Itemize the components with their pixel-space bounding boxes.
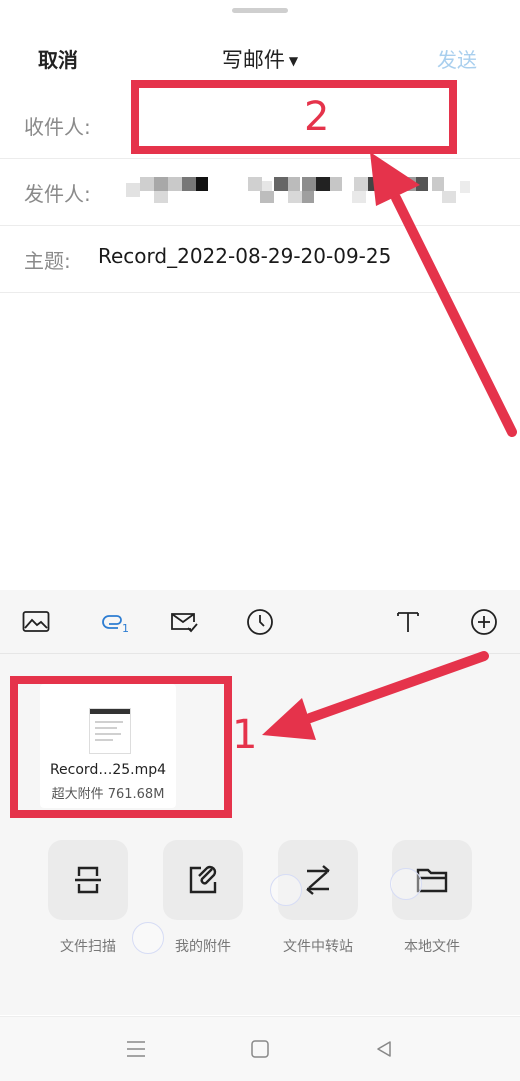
annotation-arrow-2: [391, 193, 517, 437]
annotation-arrows: [262, 152, 517, 740]
annotation-arrow-1: [305, 651, 489, 723]
annotation-arrow-1-head: [262, 698, 316, 740]
